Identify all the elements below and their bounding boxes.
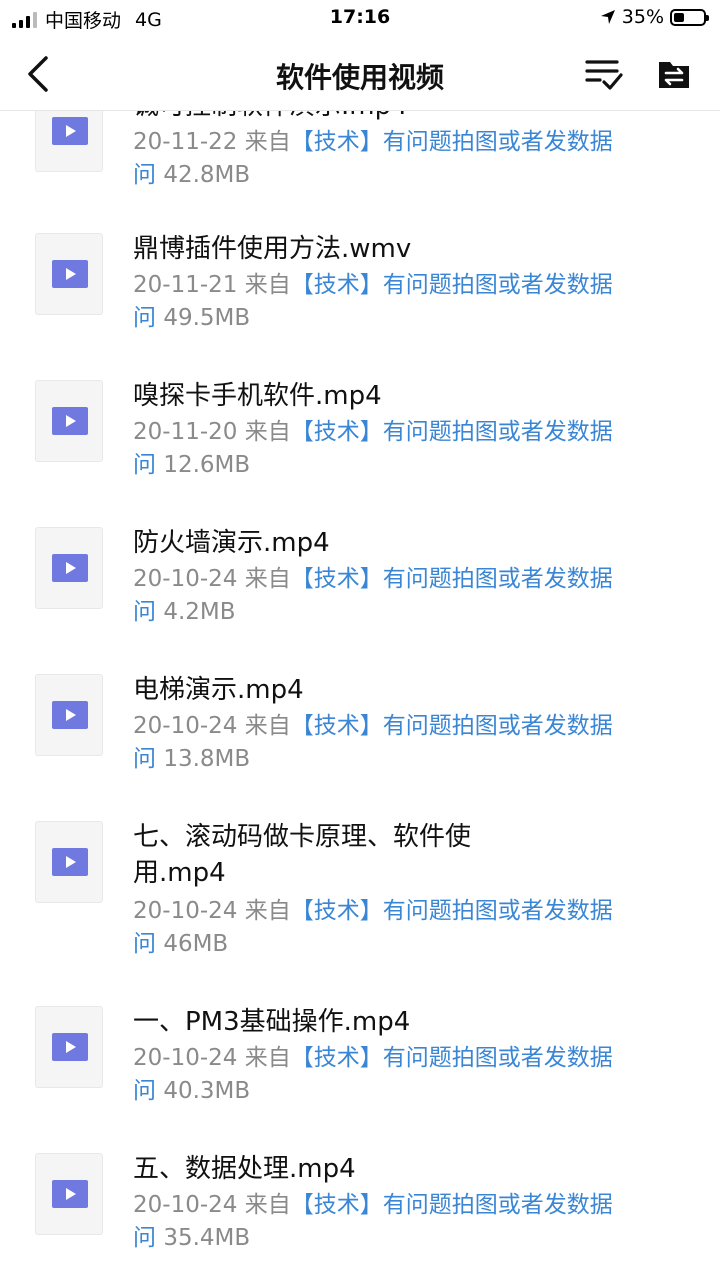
play-icon [52, 407, 88, 435]
file-meta: 20-10-24 来自【技术】有问题拍图或者发数据问 40.3MB [133, 1042, 633, 1108]
file-size: 12.6MB [163, 452, 251, 478]
battery-fill [674, 12, 684, 22]
file-from: 来自 [244, 129, 291, 155]
nav-bar: 软件使用视频 [0, 36, 720, 111]
file-from: 来自 [244, 1192, 291, 1218]
folder-switch-button[interactable] [656, 56, 692, 92]
file-date: 20-10-24 [133, 713, 238, 739]
file-name: 防火墙演示.mp4 [133, 528, 330, 558]
file-from: 来自 [244, 419, 291, 445]
file-size: 13.8MB [163, 746, 251, 772]
file-size: 49.5MB [163, 305, 251, 331]
file-meta: 20-10-24 来自【技术】有问题拍图或者发数据问 35.4MB [133, 1189, 633, 1255]
file-date: 20-10-24 [133, 1045, 238, 1071]
file-date: 20-10-24 [133, 566, 238, 592]
battery-icon [670, 8, 709, 26]
folder-transfer-icon [659, 62, 689, 88]
file-date: 20-10-24 [133, 898, 238, 924]
file-date: 20-11-20 [133, 419, 238, 445]
file-name: 五、数据处理.mp4 [133, 1154, 356, 1184]
video-thumbnail [35, 1153, 103, 1235]
video-thumbnail [35, 821, 103, 903]
file-meta: 20-10-24 来自【技术】有问题拍图或者发数据问 13.8MB [133, 710, 633, 776]
file-meta: 20-11-20 来自【技术】有问题拍图或者发数据问 12.6MB [133, 416, 633, 482]
file-meta: 20-11-22 来自【技术】有问题拍图或者发数据问 42.8MB [133, 126, 633, 192]
play-icon [52, 260, 88, 288]
play-icon [52, 701, 88, 729]
file-name: 鼎博插件使用方法.wmv [133, 234, 412, 264]
play-icon [52, 1033, 88, 1061]
status-bar: 中国移动 4G 17:16 35% [0, 0, 720, 36]
file-size: 4.2MB [163, 599, 236, 625]
file-meta: 20-10-24 来自【技术】有问题拍图或者发数据问 4.2MB [133, 563, 633, 629]
file-size: 40.3MB [163, 1078, 251, 1104]
multi-select-button[interactable] [584, 56, 624, 92]
file-name: 一、PM3基础操作.mp4 [133, 1007, 411, 1037]
video-thumbnail [35, 380, 103, 462]
file-size: 46MB [163, 931, 229, 957]
file-from: 来自 [244, 566, 291, 592]
video-thumbnail [35, 1006, 103, 1088]
file-from: 来自 [244, 898, 291, 924]
location-arrow-icon [600, 10, 615, 24]
battery-percent: 35% [621, 6, 664, 28]
video-thumbnail [35, 233, 103, 315]
file-name: 电梯演示.mp4 [133, 675, 304, 705]
file-from: 来自 [244, 713, 291, 739]
list-check-icon [585, 60, 623, 90]
file-name: 嗅探卡手机软件.mp4 [133, 381, 382, 411]
file-date: 20-11-21 [133, 272, 238, 298]
file-size: 35.4MB [163, 1225, 251, 1251]
file-from: 来自 [244, 272, 291, 298]
file-date: 20-11-22 [133, 129, 238, 155]
video-thumbnail [35, 527, 103, 609]
file-name: 七、滚动码做卡原理、软件使用.mp4 [133, 822, 472, 888]
file-meta: 20-10-24 来自【技术】有问题拍图或者发数据问 46MB [133, 895, 633, 961]
status-right: 35% [600, 6, 709, 28]
video-thumbnail [35, 674, 103, 756]
play-icon [52, 848, 88, 876]
file-date: 20-10-24 [133, 1192, 238, 1218]
file-from: 来自 [244, 1045, 291, 1071]
play-icon [52, 1180, 88, 1208]
play-icon [52, 117, 88, 145]
play-icon [52, 554, 88, 582]
file-meta: 20-11-21 来自【技术】有问题拍图或者发数据问 49.5MB [133, 269, 633, 335]
file-size: 42.8MB [163, 162, 251, 188]
